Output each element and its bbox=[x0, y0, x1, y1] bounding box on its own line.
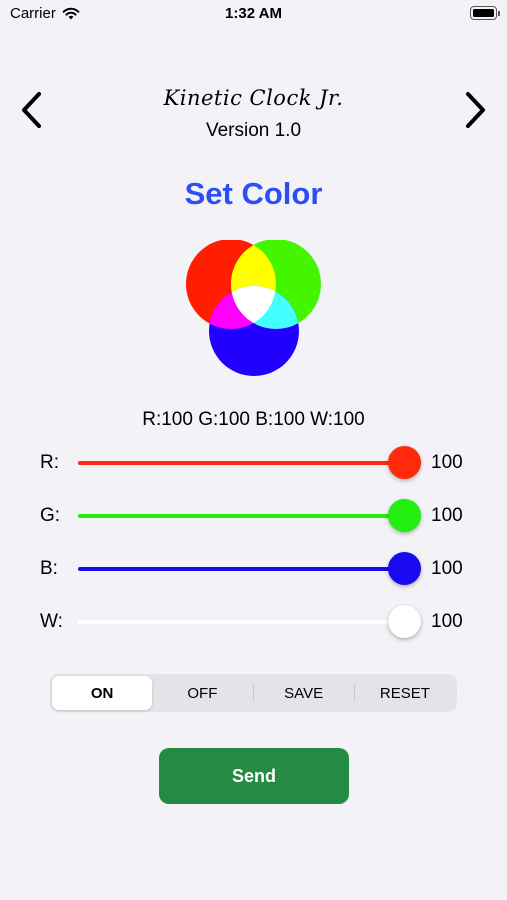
segment-save[interactable]: SAVE bbox=[254, 676, 354, 710]
slider-label-blue: B: bbox=[40, 558, 58, 579]
slider-value-blue: 100 bbox=[431, 558, 463, 579]
slider-red: R: 100 bbox=[0, 445, 507, 481]
segment-off[interactable]: OFF bbox=[152, 676, 252, 710]
slider-fill-white bbox=[78, 620, 404, 624]
slider-white: W: 100 bbox=[0, 604, 507, 640]
mode-segmented-control: ON OFF SAVE RESET bbox=[50, 674, 457, 712]
slider-fill-red bbox=[78, 461, 404, 465]
color-preview bbox=[186, 240, 321, 376]
page-title: Set Color bbox=[184, 176, 323, 211]
slider-thumb-red[interactable] bbox=[387, 446, 421, 479]
status-bar: Carrier 1:32 AM bbox=[0, 0, 507, 30]
slider-thumb-blue[interactable] bbox=[387, 552, 421, 585]
slider-value-white: 100 bbox=[431, 611, 463, 632]
slider-label-green: G: bbox=[40, 505, 61, 526]
slider-value-green: 100 bbox=[431, 505, 463, 526]
segment-on[interactable]: ON bbox=[52, 676, 153, 710]
send-button[interactable]: Send bbox=[159, 748, 349, 804]
battery-full-icon bbox=[470, 6, 500, 20]
app-version: Version 1.0 bbox=[205, 120, 302, 141]
segment-reset[interactable]: RESET bbox=[355, 676, 455, 710]
slider-green: G: 100 bbox=[0, 498, 507, 534]
slider-label-red: R: bbox=[40, 452, 59, 473]
rgbw-readout: R:100 G:100 B:100 W:100 bbox=[142, 409, 365, 430]
slider-thumb-green[interactable] bbox=[387, 499, 421, 532]
slider-value-red: 100 bbox=[431, 452, 463, 473]
chevron-right-icon bbox=[466, 92, 485, 128]
app-title: Kinetic Clock Jr. bbox=[163, 86, 344, 110]
slider-blue: B: 100 bbox=[0, 551, 507, 587]
slider-fill-green bbox=[78, 514, 404, 518]
slider-label-white: W: bbox=[40, 611, 63, 632]
slider-fill-blue bbox=[78, 567, 404, 571]
slider-thumb-white[interactable] bbox=[387, 605, 421, 638]
status-time: 1:32 AM bbox=[225, 5, 282, 22]
forward-button[interactable] bbox=[455, 88, 495, 132]
